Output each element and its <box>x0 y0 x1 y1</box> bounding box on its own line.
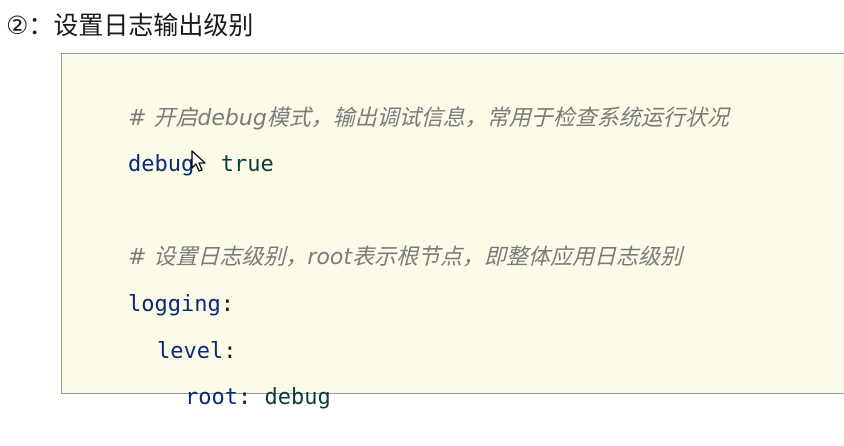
yaml-value-debug: debug <box>264 385 331 410</box>
mouse-pointer-icon <box>191 150 206 172</box>
comment-line-logging: # 设置日志级别，root表示根节点，即整体应用日志级别 <box>75 210 682 270</box>
code-line-root: root: debug <box>132 350 331 410</box>
comment-line-debug: # 开启debug模式，输出调试信息，常用于检查系统运行状况 <box>75 71 729 131</box>
yaml-key-debug: debug <box>127 152 195 177</box>
yaml-value-true: true <box>220 152 274 177</box>
code-line-debug: debug: true <box>75 117 274 177</box>
yaml-colon: : <box>237 385 252 410</box>
yaml-key-root: root <box>184 385 238 410</box>
code-line-level: level: <box>104 304 236 364</box>
yaml-code-block: # 开启debug模式，输出调试信息，常用于检查系统运行状况 debug: tr… <box>61 53 844 410</box>
section-heading: ②：设置日志输出级别 <box>6 11 254 40</box>
code-line-logging: logging: <box>75 257 234 317</box>
